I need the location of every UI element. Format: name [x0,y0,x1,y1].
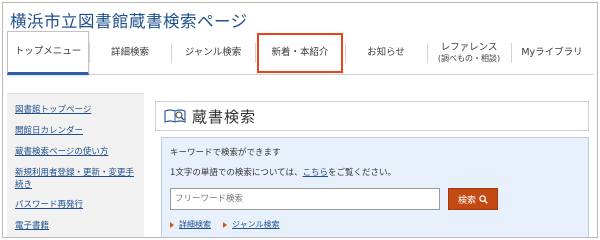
nav-tab-advanced-search[interactable]: 詳細検索 [89,31,171,75]
nav-tab-label: ジャンル検索 [184,47,242,59]
triangle-bullet-icon [170,221,174,228]
nav-tab-label: 新着・本紹介 [271,47,329,59]
search-note: 1文字の単語での検索については、こちらをご覧ください。 [170,166,580,178]
nav-tab-label: トップメニュー [14,46,82,58]
search-instruction: キーワードで検索ができます [170,148,281,158]
panel-title: 蔵書検索 [192,107,257,126]
sidebar-link-password-reset[interactable]: パスワード再発行 [15,199,138,211]
sidebar-link-calendar[interactable]: 開館日カレンダー [15,125,138,137]
triangle-bullet-icon [223,221,227,228]
here-link[interactable]: こちら [303,168,329,178]
nav-tab-new-arrivals[interactable]: 新着・本紹介 [255,31,345,75]
search-note-prefix: 1文字の単語での検索については、 [170,168,303,178]
sub-link-label: 詳細検索 [179,220,211,229]
nav-tab-genre-search[interactable]: ジャンル検索 [171,31,255,75]
search-sub-links: 詳細検索 ジャンル検索 [170,219,580,230]
sidebar-link-library-top[interactable]: 図書館トップページ [15,104,138,116]
nav-tab-label: お知らせ [367,47,405,59]
search-button[interactable]: 検索 [448,188,498,210]
sub-link-advanced-search[interactable]: 詳細検索 [170,219,211,230]
nav-tab-label: レファレンス [440,42,498,54]
sidebar-link-ebooks[interactable]: 電子書籍 [15,220,138,232]
site-title: 横浜市立図書館蔵書検索ページ [10,12,248,31]
sidebar-link-how-to-use[interactable]: 蔵書検索ページの使い方 [15,146,138,158]
search-note-suffix: をご覧ください。 [328,168,397,178]
sidebar: 図書館トップページ 開館日カレンダー 蔵書検索ページの使い方 新規利用者登録・更… [7,93,144,237]
sub-link-genre-search[interactable]: ジャンル検索 [223,219,280,230]
sidebar-link-registration[interactable]: 新規利用者登録・更新・変更手続き [15,167,138,191]
search-box: キーワードで検索ができます 1文字の単語での検索については、こちらをご覧ください… [161,137,589,237]
book-search-icon [164,109,186,123]
search-panel-header: 蔵書検索 [155,101,589,131]
nav-tab-label: Myライブラリ [521,47,583,59]
page-frame: 横浜市立図書館蔵書検索ページ トップメニュー 詳細検索 ジャンル検索 新着・本紹… [2,2,598,238]
free-word-search-input[interactable] [170,188,440,210]
search-button-label: 検索 [457,195,476,206]
nav-tab-reference[interactable]: レファレンス (調べもの・相談) [427,31,511,75]
search-row: 検索 [170,188,580,210]
nav-tab-sublabel: (調べもの・相談) [437,53,501,63]
global-nav: トップメニュー 詳細検索 ジャンル検索 新着・本紹介 お知らせ レファレンス (… [7,31,593,75]
nav-tab-news[interactable]: お知らせ [345,31,427,75]
nav-tab-label: 詳細検索 [110,47,149,59]
nav-tab-my-library[interactable]: Myライブラリ [511,31,593,75]
nav-tab-top-menu[interactable]: トップメニュー [7,31,89,75]
magnifier-icon [479,194,488,204]
sub-link-label: ジャンル検索 [232,220,280,229]
